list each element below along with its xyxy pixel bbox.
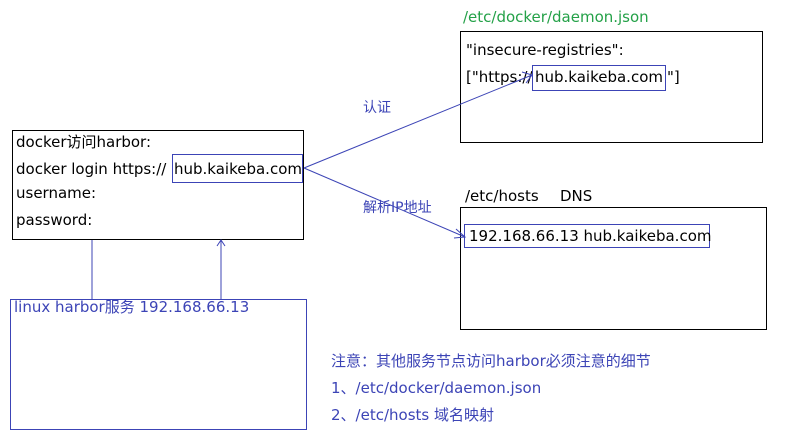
harbor-server-box xyxy=(10,299,307,430)
daemon-json-line2-suffix: "] xyxy=(667,68,680,86)
server-to-client-arrow-head xyxy=(216,239,226,247)
notes-item-2: 2、/etc/hosts 域名映射 xyxy=(331,406,494,424)
auth-arrow-label: 认证 xyxy=(363,100,391,116)
resolve-arrow-label: 解析IP地址 xyxy=(363,200,432,216)
daemon-json-path-label: /etc/docker/daemon.json xyxy=(463,8,649,26)
docker-login-host: hub.kaikeba.com xyxy=(174,160,302,178)
docker-username-label: username: xyxy=(16,184,97,202)
daemon-json-host: hub.kaikeba.com xyxy=(535,68,663,86)
docker-password-label: password: xyxy=(16,211,93,229)
docker-login-prefix: docker login https:// xyxy=(16,160,167,178)
docker-client-line1: docker访问harbor: xyxy=(16,133,152,151)
harbor-server-label: linux harbor服务 192.168.66.13 xyxy=(14,298,250,316)
dns-label: DNS xyxy=(560,187,593,205)
notes-title: 注意：其他服务节点访问harbor必须注意的细节 xyxy=(331,352,651,370)
hosts-entry: 192.168.66.13 hub.kaikeba.com xyxy=(469,227,712,245)
daemon-json-line1: "insecure-registries": xyxy=(466,41,624,59)
notes-item-1: 1、/etc/docker/daemon.json xyxy=(331,379,542,397)
diagram-canvas: /etc/docker/daemon.json "insecure-regist… xyxy=(0,0,786,448)
daemon-json-line2-prefix: ["https:// xyxy=(466,68,533,86)
hosts-path-label: /etc/hosts xyxy=(465,187,539,205)
